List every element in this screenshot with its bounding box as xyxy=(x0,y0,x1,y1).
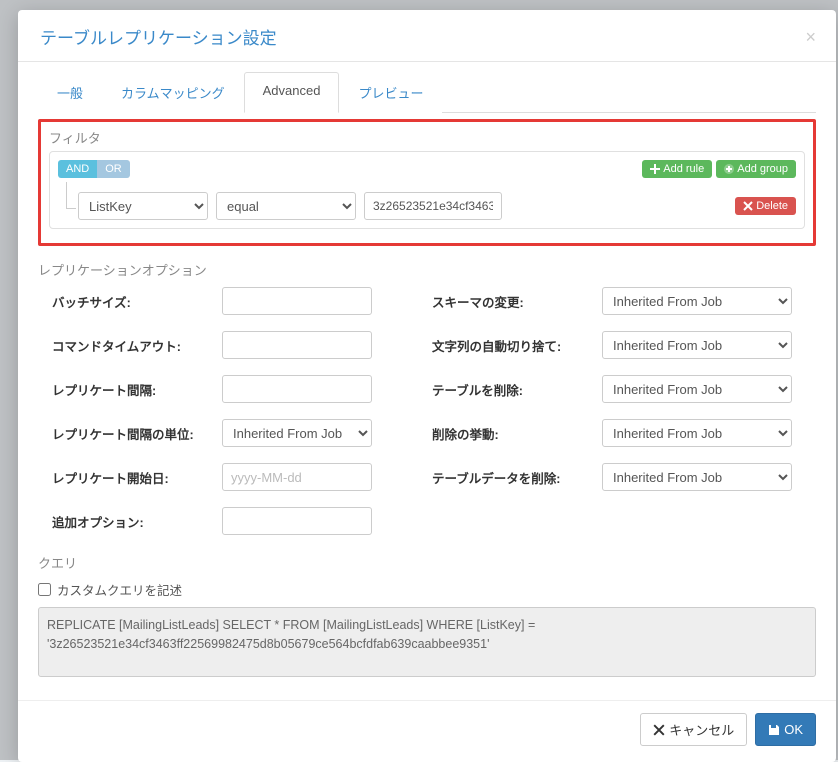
replicate-interval-input[interactable] xyxy=(222,375,372,403)
add-group-button[interactable]: Add group xyxy=(716,160,796,178)
or-button[interactable]: OR xyxy=(97,160,130,178)
extra-options-input[interactable] xyxy=(222,507,372,535)
add-group-label: Add group xyxy=(737,163,788,175)
delete-table-data-label: テーブルデータを削除: xyxy=(432,468,602,487)
tab-column-mapping[interactable]: カラムマッピング xyxy=(102,72,244,113)
schema-change-label: スキーマの変更: xyxy=(432,292,602,311)
filter-section: フィルタ AND OR Add rule Add group xyxy=(38,119,816,246)
query-text: REPLICATE [MailingListLeads] SELECT * FR… xyxy=(38,607,816,677)
cancel-label: キャンセル xyxy=(669,720,734,739)
command-timeout-input[interactable] xyxy=(222,331,372,359)
batch-size-label: バッチサイズ: xyxy=(52,292,222,311)
batch-size-input[interactable] xyxy=(222,287,372,315)
delete-rule-button[interactable]: Delete xyxy=(735,197,796,215)
close-icon xyxy=(653,724,665,736)
save-icon xyxy=(768,724,780,736)
custom-query-label: カスタムクエリを記述 xyxy=(57,580,182,599)
rule-operator-select[interactable]: equal xyxy=(216,192,356,220)
drop-table-label: テーブルを削除: xyxy=(432,380,602,399)
delete-table-data-select[interactable]: Inherited From Job xyxy=(602,463,792,491)
replicate-interval-label: レプリケート間隔: xyxy=(52,380,222,399)
and-button[interactable]: AND xyxy=(58,160,97,178)
delete-icon xyxy=(743,201,753,211)
auto-truncate-select[interactable]: Inherited From Job xyxy=(602,331,792,359)
delete-behavior-label: 削除の挙動: xyxy=(432,424,602,443)
tab-general[interactable]: 一般 xyxy=(38,72,102,113)
replicate-start-date-input[interactable] xyxy=(222,463,372,491)
filter-section-label: フィルタ xyxy=(49,128,805,147)
close-icon[interactable]: × xyxy=(805,28,816,46)
cancel-button[interactable]: キャンセル xyxy=(640,713,747,746)
add-rule-button[interactable]: Add rule xyxy=(642,160,712,178)
auto-truncate-label: 文字列の自動切り捨て: xyxy=(432,336,602,355)
tab-advanced[interactable]: Advanced xyxy=(244,72,340,113)
tabs: 一般 カラムマッピング Advanced プレビュー xyxy=(38,72,816,113)
table-replication-settings-modal: テーブルレプリケーション設定 × 一般 カラムマッピング Advanced プレ… xyxy=(18,10,836,762)
plus-circle-icon xyxy=(724,164,734,174)
add-rule-label: Add rule xyxy=(663,163,704,175)
options-grid: バッチサイズ: スキーマの変更: Inherited From Job コマンド… xyxy=(52,287,816,535)
options-section-label: レプリケーションオプション xyxy=(38,260,816,279)
command-timeout-label: コマンドタイムアウト: xyxy=(52,336,222,355)
modal-title: テーブルレプリケーション設定 xyxy=(40,24,277,49)
plus-icon xyxy=(650,164,660,174)
replicate-start-date-label: レプリケート開始日: xyxy=(52,468,222,487)
rule-field-select[interactable]: ListKey xyxy=(78,192,208,220)
extra-options-label: 追加オプション: xyxy=(52,512,222,531)
tab-preview[interactable]: プレビュー xyxy=(339,72,442,113)
ok-label: OK xyxy=(784,722,803,737)
schema-change-select[interactable]: Inherited From Job xyxy=(602,287,792,315)
drop-table-select[interactable]: Inherited From Job xyxy=(602,375,792,403)
delete-behavior-select[interactable]: Inherited From Job xyxy=(602,419,792,447)
rule-value-input[interactable] xyxy=(364,192,502,220)
replicate-interval-unit-label: レプリケート間隔の単位: xyxy=(52,424,222,443)
query-section-label: クエリ xyxy=(38,553,816,572)
ok-button[interactable]: OK xyxy=(755,713,816,746)
delete-rule-label: Delete xyxy=(756,200,788,212)
replicate-interval-unit-select[interactable]: Inherited From Job xyxy=(222,419,372,447)
custom-query-checkbox[interactable] xyxy=(38,583,51,596)
